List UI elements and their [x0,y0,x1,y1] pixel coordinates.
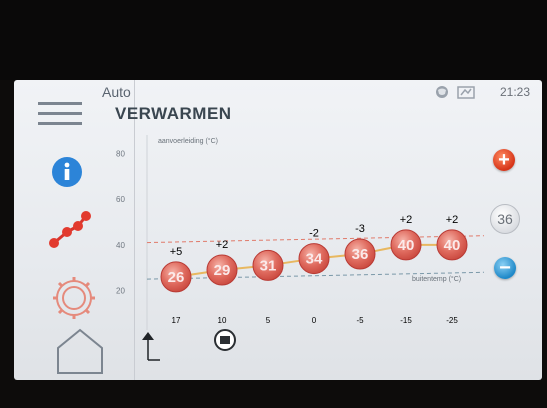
offset-label: +5 [170,246,183,258]
y-tick-label: 80 [116,149,125,158]
heating-curve-chart: 80 60 40 20 26 29 31 34 36 40 40 +5 +2 -2 -3 +2 +2 17 10 5 0… [14,80,542,380]
x-tick-label: -15 [400,316,412,325]
y-tick-label: 40 [116,241,125,250]
x-tick-label: 10 [218,316,227,325]
x-tick-label: 5 [266,316,271,325]
touch-screen: Auto VERWARMEN 21:23 80 60 40 20 26 29 31 34 36 4… [14,80,542,380]
data-label: 34 [306,251,323,268]
y-tick-label: 60 [116,195,125,204]
setpoint-display[interactable]: 36 [490,204,520,234]
x-tick-label: 0 [312,316,317,325]
y-axis-label: aanvoerleiding (°C) [158,138,218,145]
data-label: 40 [444,237,461,254]
y-tick-label: 20 [116,287,125,296]
x-tick-label: -25 [446,316,458,325]
device-bezel [0,0,547,80]
data-label: 29 [214,262,231,279]
hot-water-icon [214,329,236,351]
offset-label: -2 [309,228,319,240]
increase-button[interactable]: + [493,149,515,171]
data-label: 36 [352,246,369,263]
data-label: 40 [398,237,415,254]
x-axis-label: buitentemp (°C) [412,276,462,283]
offset-label: +2 [446,214,459,226]
data-label: 26 [168,269,185,286]
offset-label: +2 [216,239,229,251]
offset-label: +2 [400,214,413,226]
arrow-up-icon [142,332,160,361]
x-tick-label: 17 [172,316,181,325]
offset-label: -3 [355,223,365,235]
x-tick-label: -5 [356,316,364,325]
data-label: 31 [260,257,277,274]
decrease-button[interactable]: − [494,257,516,279]
